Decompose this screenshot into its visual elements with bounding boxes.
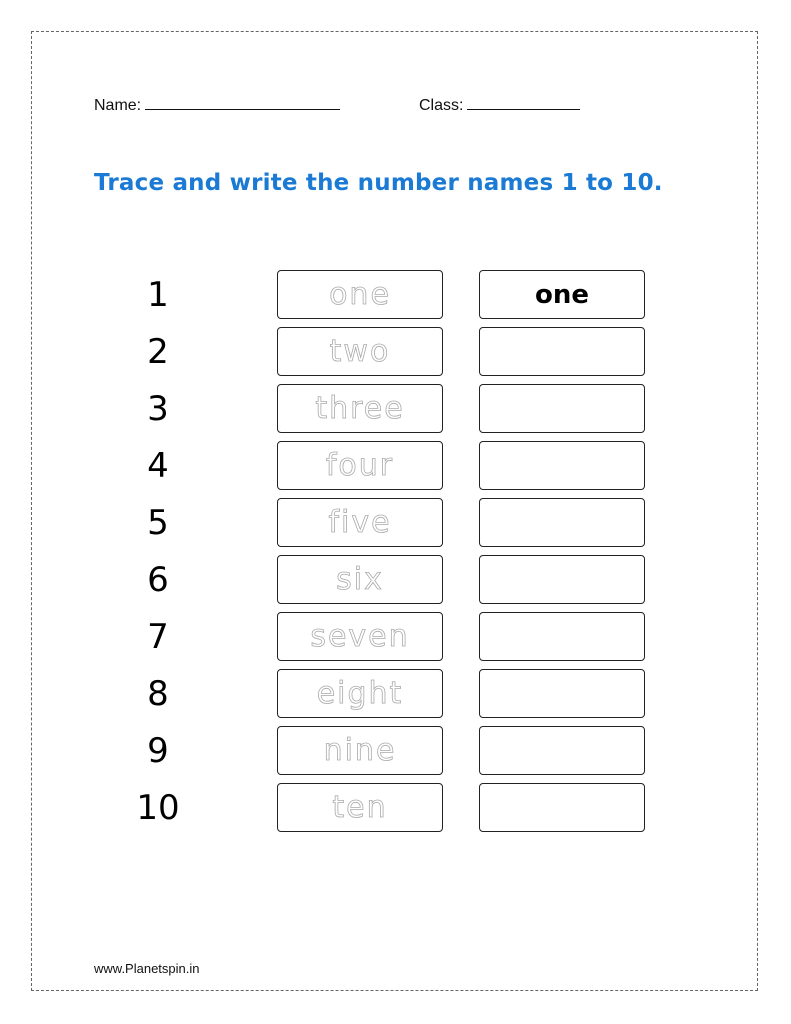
write-box[interactable]	[479, 498, 645, 547]
written-word: one	[534, 279, 589, 310]
write-box[interactable]	[479, 327, 645, 376]
trace-word: six	[336, 561, 384, 597]
number-label: 2	[147, 332, 169, 372]
write-box[interactable]	[479, 555, 645, 604]
exercise-row: 6 six	[0, 555, 791, 612]
number-label: 5	[147, 503, 169, 543]
write-box[interactable]	[479, 783, 645, 832]
trace-word: ten	[332, 789, 388, 825]
trace-box: seven	[277, 612, 443, 661]
number-label: 8	[147, 674, 169, 714]
trace-box: nine	[277, 726, 443, 775]
name-blank-line[interactable]	[145, 95, 341, 110]
trace-word: two	[329, 333, 391, 369]
exercise-row: 1 one one	[0, 270, 791, 327]
exercise-row: 8 eight	[0, 669, 791, 726]
footer-website: www.Planetspin.in	[94, 961, 200, 976]
exercise-row: 7 seven	[0, 612, 791, 669]
write-box[interactable]	[479, 669, 645, 718]
number-label: 1	[147, 275, 169, 315]
trace-box: four	[277, 441, 443, 490]
name-label: Name:	[94, 97, 142, 114]
class-label: Class:	[419, 97, 464, 114]
write-box[interactable]	[479, 612, 645, 661]
trace-box: ten	[277, 783, 443, 832]
trace-word: eight	[316, 675, 404, 711]
write-box[interactable]	[479, 441, 645, 490]
write-box[interactable]	[479, 384, 645, 433]
trace-word: seven	[310, 618, 410, 654]
exercise-row: 9 nine	[0, 726, 791, 783]
trace-word: four	[325, 447, 395, 483]
exercise-row: 10 ten	[0, 783, 791, 840]
trace-word: three	[315, 390, 405, 426]
exercise-row: 5 five	[0, 498, 791, 555]
trace-box: two	[277, 327, 443, 376]
name-field[interactable]: Name:	[94, 95, 341, 115]
trace-box: three	[277, 384, 443, 433]
trace-box: one	[277, 270, 443, 319]
write-box[interactable]	[479, 726, 645, 775]
trace-word: one	[329, 276, 391, 312]
exercise-row: 2 two	[0, 327, 791, 384]
number-label: 7	[147, 617, 169, 657]
trace-word: five	[328, 504, 392, 540]
exercise-row: 4 four	[0, 441, 791, 498]
trace-word: nine	[323, 732, 397, 768]
exercise-row: 3 three	[0, 384, 791, 441]
exercise-rows: 1 one one 2 two 3 three 4 four 5 five 6 …	[0, 270, 791, 840]
worksheet-title: Trace and write the number names 1 to 10…	[94, 170, 663, 196]
trace-box: five	[277, 498, 443, 547]
write-box[interactable]: one	[479, 270, 645, 319]
number-label: 10	[136, 788, 180, 828]
trace-box: eight	[277, 669, 443, 718]
number-label: 4	[147, 446, 169, 486]
class-field[interactable]: Class:	[419, 95, 581, 115]
class-blank-line[interactable]	[467, 95, 581, 110]
trace-box: six	[277, 555, 443, 604]
number-label: 3	[147, 389, 169, 429]
number-label: 9	[147, 731, 169, 771]
number-label: 6	[147, 560, 169, 600]
